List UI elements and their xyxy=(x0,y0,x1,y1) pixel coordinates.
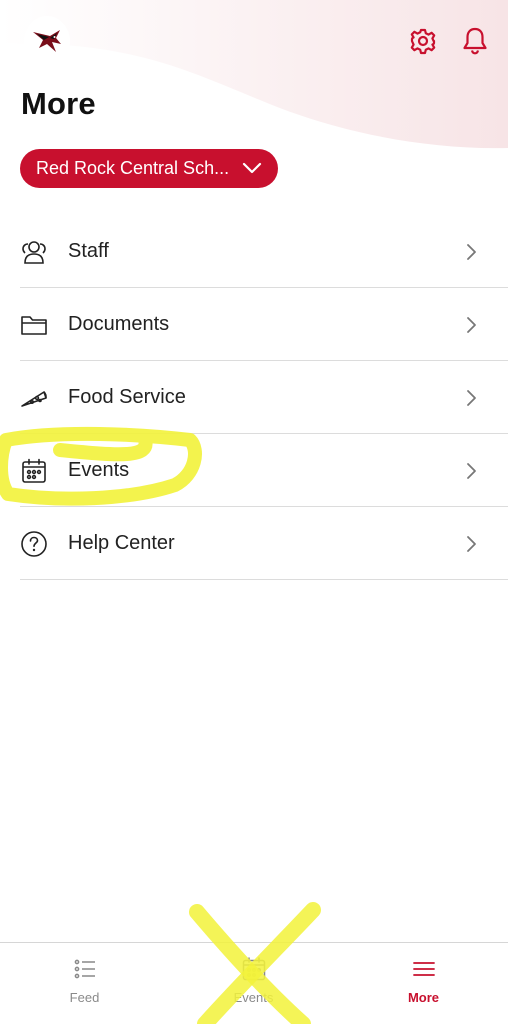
menu-item-label: Staff xyxy=(68,240,109,262)
pizza-icon xyxy=(20,384,48,412)
school-selector-label: Red Rock Central Sch... xyxy=(36,158,230,178)
calendar-icon xyxy=(242,957,265,981)
menu-item-food-service[interactable]: Food Service xyxy=(0,361,508,434)
chevron-right-icon xyxy=(467,535,476,552)
calendar-icon xyxy=(20,457,48,485)
menu-item-documents[interactable]: Documents xyxy=(0,288,508,361)
staff-icon xyxy=(20,238,48,266)
menu-icon xyxy=(412,962,435,976)
header-background xyxy=(0,0,508,149)
tab-label: Events xyxy=(233,990,274,1005)
more-menu-list: Staff Documents Food Service Events Help… xyxy=(0,215,508,580)
chevron-down-icon xyxy=(242,162,262,174)
tab-label: Feed xyxy=(69,990,100,1005)
tab-events[interactable]: Events xyxy=(169,943,338,1024)
hawk-logo-icon xyxy=(33,30,61,52)
menu-item-events[interactable]: Events xyxy=(0,434,508,507)
settings-button[interactable] xyxy=(408,26,438,56)
page-title: More xyxy=(21,86,96,121)
tab-feed[interactable]: Feed xyxy=(0,943,169,1024)
menu-item-label: Events xyxy=(68,459,130,481)
menu-item-staff[interactable]: Staff xyxy=(0,215,508,288)
help-icon xyxy=(20,530,48,558)
bell-icon xyxy=(463,27,487,55)
menu-item-label: Food Service xyxy=(68,386,186,408)
chevron-right-icon xyxy=(467,316,476,333)
tab-label: More xyxy=(407,990,440,1005)
chevron-right-icon xyxy=(467,462,476,479)
chevron-right-icon xyxy=(467,243,476,260)
menu-item-label: Help Center xyxy=(68,532,175,554)
tab-more[interactable]: More xyxy=(339,943,508,1024)
gear-icon xyxy=(410,28,436,55)
menu-item-label: Documents xyxy=(68,313,170,335)
school-logo[interactable] xyxy=(24,16,70,66)
notifications-button[interactable] xyxy=(460,26,490,56)
divider xyxy=(20,579,508,580)
feed-icon xyxy=(74,959,95,979)
school-selector[interactable]: Red Rock Central Sch... xyxy=(20,149,278,188)
folder-icon xyxy=(20,311,48,339)
bottom-tab-bar: Feed Events More xyxy=(0,942,508,1024)
chevron-right-icon xyxy=(467,389,476,406)
menu-item-help-center[interactable]: Help Center xyxy=(0,507,508,580)
